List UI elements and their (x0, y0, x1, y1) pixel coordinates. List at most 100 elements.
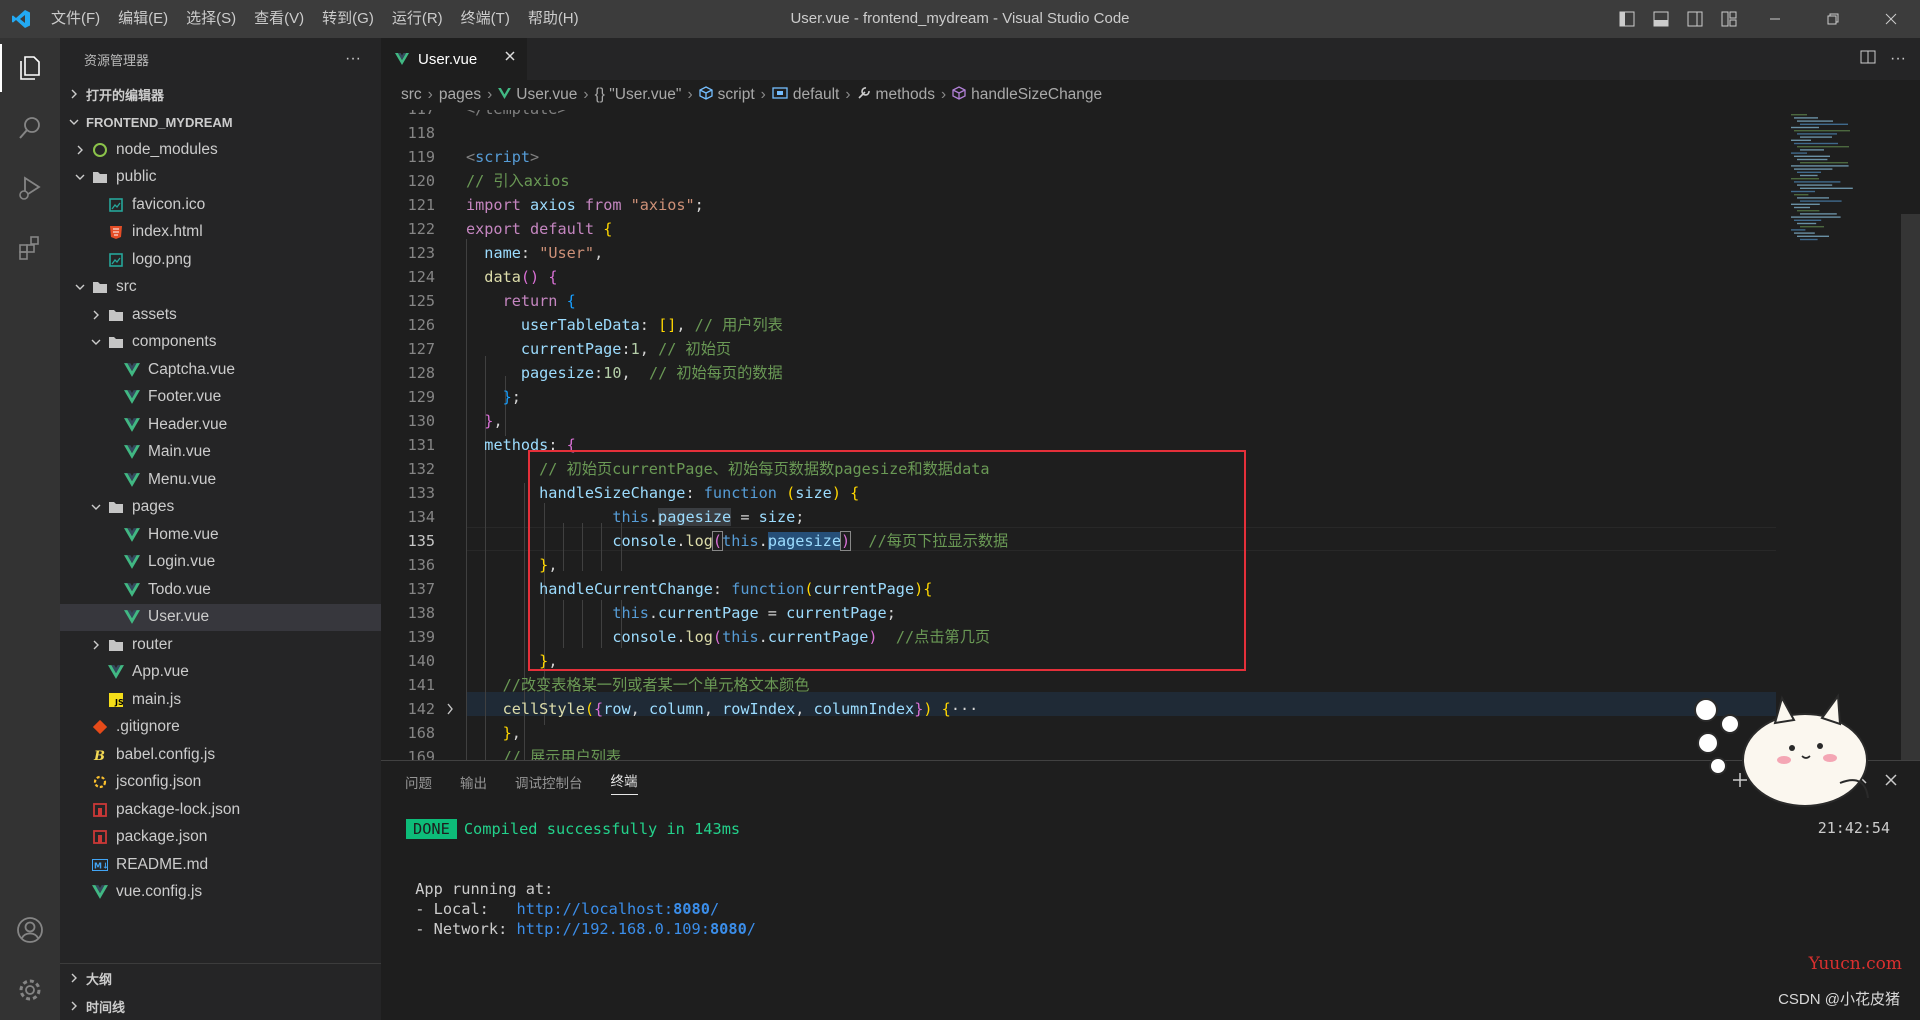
file-tree-item[interactable]: pages (60, 494, 381, 522)
menu-go[interactable]: 转到(G) (313, 0, 383, 38)
project-section[interactable]: FRONTEND_MYDREAM (60, 108, 381, 136)
menu-help[interactable]: 帮助(H) (519, 0, 588, 38)
breadcrumb-file[interactable]: User.vue (516, 86, 577, 104)
file-tree-item[interactable]: package.json (60, 824, 381, 852)
file-tree-item[interactable]: Header.vue (60, 411, 381, 439)
tab-problems[interactable]: 问题 (405, 772, 432, 792)
line-number: 126 (407, 316, 435, 334)
toggle-secondary-sidebar-icon[interactable] (1678, 0, 1712, 38)
file-tree-item[interactable]: Menu.vue (60, 466, 381, 494)
code-text: // 引入axios (466, 172, 570, 190)
local-url-link[interactable]: http://localhost:8080/ (517, 900, 720, 918)
twistie-spacer (104, 582, 120, 598)
twistie-spacer (72, 884, 88, 900)
settings-gear-icon[interactable] (0, 960, 60, 1020)
customize-layout-icon[interactable] (1712, 0, 1746, 38)
file-tree-item[interactable]: vue.config.js (60, 879, 381, 907)
open-editors-section[interactable]: 打开的编辑器 (60, 80, 381, 108)
file-tree-item[interactable]: public (60, 164, 381, 192)
accounts-icon[interactable] (0, 900, 60, 960)
file-tree-item[interactable]: Main.vue (60, 439, 381, 467)
breadcrumb-default[interactable]: default (793, 86, 840, 104)
close-icon[interactable] (503, 49, 517, 67)
more-actions-icon[interactable]: ··· (1890, 50, 1906, 68)
line-number: 137 (407, 580, 435, 598)
breadcrumb-pages[interactable]: pages (439, 86, 481, 104)
vscode-logo-icon (0, 0, 42, 38)
chevron-right-icon (66, 970, 82, 986)
file-tree-item[interactable]: router (60, 631, 381, 659)
file-tree-item[interactable]: logo.png (60, 246, 381, 274)
twistie-spacer (72, 802, 88, 818)
watermark-author: CSDN @小花皮猪 (1778, 991, 1900, 1008)
terminal-output[interactable]: DONE Compiled successfully in 143ms App r… (406, 819, 1806, 939)
code-editor[interactable]: 117 </template> 118 119 <script> 120 // 引入axio… (381, 110, 1920, 760)
run-debug-icon[interactable] (0, 158, 60, 218)
menu-view[interactable]: 查看(V) (245, 0, 313, 38)
extensions-icon[interactable] (0, 218, 60, 278)
line-number: 169 (407, 748, 435, 760)
tab-user-vue[interactable]: User.vue (381, 38, 527, 80)
file-tree-item[interactable]: Login.vue (60, 549, 381, 577)
breadcrumb-script[interactable]: script (718, 86, 755, 104)
minimap[interactable] (1783, 110, 1901, 760)
more-actions-icon[interactable]: ··· (345, 50, 361, 68)
breadcrumb-src[interactable]: src (401, 86, 422, 104)
line-number: 120 (407, 172, 435, 190)
file-tree-item[interactable]: jsconfig.json (60, 769, 381, 797)
outline-section[interactable]: 大纲 (60, 964, 381, 992)
title-bar: 文件(F) 编辑(E) 选择(S) 查看(V) 转到(G) 运行(R) 终端(T… (0, 0, 1920, 38)
menu-selection[interactable]: 选择(S) (177, 0, 245, 38)
file-tree-item[interactable]: favicon.ico (60, 191, 381, 219)
file-tree-label: main.js (132, 690, 182, 708)
line-number: 119 (407, 148, 435, 166)
code-text: handleCurrentChange: function(currentPag… (539, 580, 933, 598)
file-tree-item[interactable]: components (60, 329, 381, 357)
close-window-icon[interactable] (1862, 0, 1920, 38)
app-running-text: App running at: (415, 880, 554, 898)
menu-run[interactable]: 运行(R) (383, 0, 452, 38)
file-tree-item[interactable]: .gitignore (60, 714, 381, 742)
timeline-section[interactable]: 时间线 (60, 992, 381, 1020)
file-tree-item[interactable]: M↓ README.md (60, 851, 381, 879)
file-tree-item[interactable]: App.vue (60, 659, 381, 687)
code-line: 135 console.log(this.pagesize) //每页下拉显示数… (381, 529, 1781, 553)
toggle-sidebar-icon[interactable] (1610, 0, 1644, 38)
scrollbar-thumb[interactable] (1901, 214, 1920, 760)
restore-icon[interactable] (1804, 0, 1862, 38)
search-icon[interactable] (0, 98, 60, 158)
explorer-icon[interactable] (0, 38, 60, 98)
file-tree-item[interactable]: User.vue (60, 603, 381, 631)
code-line: 168 }, (381, 721, 1781, 745)
file-tree-item[interactable]: Todo.vue (60, 576, 381, 604)
tab-output[interactable]: 输出 (460, 772, 487, 792)
tab-debug-console[interactable]: 调试控制台 (515, 772, 583, 792)
file-tree-item[interactable]: index.html (60, 219, 381, 247)
toggle-panel-icon[interactable] (1644, 0, 1678, 38)
file-tree-item[interactable]: JS main.js (60, 686, 381, 714)
breadcrumb-module[interactable]: {} "User.vue" (595, 86, 682, 104)
twistie-spacer (88, 252, 104, 268)
file-tree-item[interactable]: Home.vue (60, 521, 381, 549)
file-tree-item[interactable]: node_modules (60, 136, 381, 164)
line-number: 138 (407, 604, 435, 622)
file-tree-item[interactable]: package-lock.json (60, 796, 381, 824)
chevron-down-icon (72, 169, 88, 185)
line-number: 129 (407, 388, 435, 406)
file-tree-item[interactable]: Footer.vue (60, 384, 381, 412)
breadcrumb-handlesizechange[interactable]: handleSizeChange (971, 86, 1102, 104)
split-editor-icon[interactable] (1860, 49, 1876, 69)
network-url-link[interactable]: http://192.168.0.109:8080/ (517, 920, 756, 938)
menu-edit[interactable]: 编辑(E) (109, 0, 177, 38)
breadcrumb-methods[interactable]: methods (876, 86, 935, 104)
twistie-spacer (72, 719, 88, 735)
file-tree-item[interactable]: Captcha.vue (60, 356, 381, 384)
menu-terminal[interactable]: 终端(T) (452, 0, 519, 38)
file-tree-item[interactable]: Bbabel.config.js (60, 741, 381, 769)
minimize-icon[interactable] (1746, 0, 1804, 38)
tab-terminal[interactable]: 终端 (610, 770, 638, 795)
menu-file[interactable]: 文件(F) (42, 0, 109, 38)
file-tree-item[interactable]: src (60, 274, 381, 302)
code-text: handleSizeChange: function (size) { (539, 484, 860, 502)
file-tree-item[interactable]: assets (60, 301, 381, 329)
